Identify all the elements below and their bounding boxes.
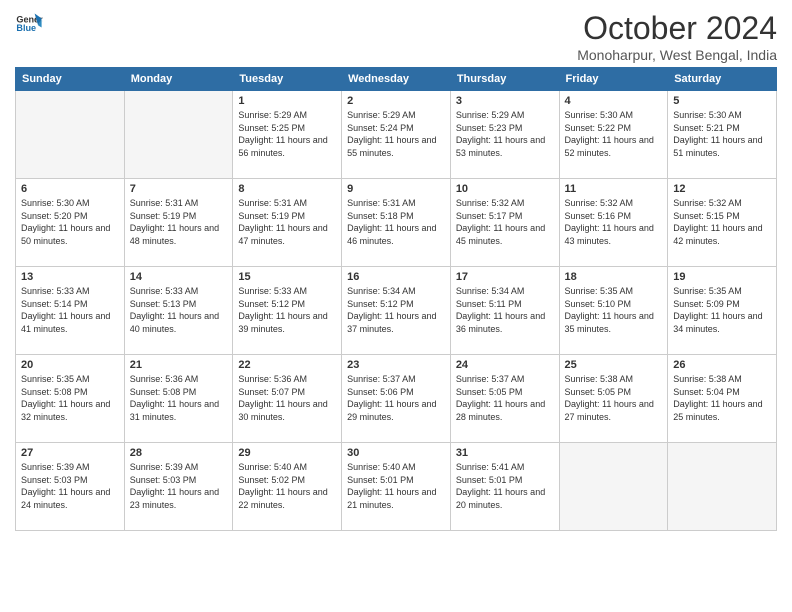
calendar-cell: [124, 91, 233, 179]
calendar-cell: 18 Sunrise: 5:35 AM Sunset: 5:10 PM Dayl…: [559, 267, 668, 355]
weekday-header-monday: Monday: [124, 68, 233, 91]
calendar-cell: 28 Sunrise: 5:39 AM Sunset: 5:03 PM Dayl…: [124, 443, 233, 531]
calendar-cell: 17 Sunrise: 5:34 AM Sunset: 5:11 PM Dayl…: [450, 267, 559, 355]
calendar-cell: 8 Sunrise: 5:31 AM Sunset: 5:19 PM Dayli…: [233, 179, 342, 267]
calendar-cell: 19 Sunrise: 5:35 AM Sunset: 5:09 PM Dayl…: [668, 267, 777, 355]
calendar-cell: 22 Sunrise: 5:36 AM Sunset: 5:07 PM Dayl…: [233, 355, 342, 443]
title-section: October 2024 Monoharpur, West Bengal, In…: [577, 10, 777, 63]
calendar-cell: 14 Sunrise: 5:33 AM Sunset: 5:13 PM Dayl…: [124, 267, 233, 355]
svg-text:Blue: Blue: [16, 23, 36, 33]
calendar-cell: 23 Sunrise: 5:37 AM Sunset: 5:06 PM Dayl…: [342, 355, 451, 443]
calendar-cell: 20 Sunrise: 5:35 AM Sunset: 5:08 PM Dayl…: [16, 355, 125, 443]
weekday-header-saturday: Saturday: [668, 68, 777, 91]
month-title: October 2024: [577, 10, 777, 47]
calendar: SundayMondayTuesdayWednesdayThursdayFrid…: [15, 67, 777, 531]
calendar-cell: 25 Sunrise: 5:38 AM Sunset: 5:05 PM Dayl…: [559, 355, 668, 443]
calendar-cell: 12 Sunrise: 5:32 AM Sunset: 5:15 PM Dayl…: [668, 179, 777, 267]
calendar-cell: 27 Sunrise: 5:39 AM Sunset: 5:03 PM Dayl…: [16, 443, 125, 531]
weekday-header-sunday: Sunday: [16, 68, 125, 91]
weekday-header-tuesday: Tuesday: [233, 68, 342, 91]
location-title: Monoharpur, West Bengal, India: [577, 47, 777, 63]
calendar-cell: 21 Sunrise: 5:36 AM Sunset: 5:08 PM Dayl…: [124, 355, 233, 443]
calendar-cell: 31 Sunrise: 5:41 AM Sunset: 5:01 PM Dayl…: [450, 443, 559, 531]
calendar-cell: [559, 443, 668, 531]
calendar-cell: 4 Sunrise: 5:30 AM Sunset: 5:22 PM Dayli…: [559, 91, 668, 179]
calendar-cell: 30 Sunrise: 5:40 AM Sunset: 5:01 PM Dayl…: [342, 443, 451, 531]
calendar-cell: 29 Sunrise: 5:40 AM Sunset: 5:02 PM Dayl…: [233, 443, 342, 531]
calendar-cell: 13 Sunrise: 5:33 AM Sunset: 5:14 PM Dayl…: [16, 267, 125, 355]
calendar-cell: 10 Sunrise: 5:32 AM Sunset: 5:17 PM Dayl…: [450, 179, 559, 267]
calendar-cell: 5 Sunrise: 5:30 AM Sunset: 5:21 PM Dayli…: [668, 91, 777, 179]
calendar-cell: 3 Sunrise: 5:29 AM Sunset: 5:23 PM Dayli…: [450, 91, 559, 179]
calendar-cell: [668, 443, 777, 531]
weekday-header-friday: Friday: [559, 68, 668, 91]
calendar-cell: 24 Sunrise: 5:37 AM Sunset: 5:05 PM Dayl…: [450, 355, 559, 443]
calendar-cell: 16 Sunrise: 5:34 AM Sunset: 5:12 PM Dayl…: [342, 267, 451, 355]
calendar-cell: 6 Sunrise: 5:30 AM Sunset: 5:20 PM Dayli…: [16, 179, 125, 267]
calendar-cell: 15 Sunrise: 5:33 AM Sunset: 5:12 PM Dayl…: [233, 267, 342, 355]
weekday-header-wednesday: Wednesday: [342, 68, 451, 91]
calendar-cell: 26 Sunrise: 5:38 AM Sunset: 5:04 PM Dayl…: [668, 355, 777, 443]
calendar-cell: [16, 91, 125, 179]
weekday-header-thursday: Thursday: [450, 68, 559, 91]
calendar-cell: 9 Sunrise: 5:31 AM Sunset: 5:18 PM Dayli…: [342, 179, 451, 267]
logo: General Blue: [15, 10, 43, 38]
calendar-cell: 1 Sunrise: 5:29 AM Sunset: 5:25 PM Dayli…: [233, 91, 342, 179]
calendar-cell: 2 Sunrise: 5:29 AM Sunset: 5:24 PM Dayli…: [342, 91, 451, 179]
calendar-cell: 11 Sunrise: 5:32 AM Sunset: 5:16 PM Dayl…: [559, 179, 668, 267]
calendar-cell: 7 Sunrise: 5:31 AM Sunset: 5:19 PM Dayli…: [124, 179, 233, 267]
